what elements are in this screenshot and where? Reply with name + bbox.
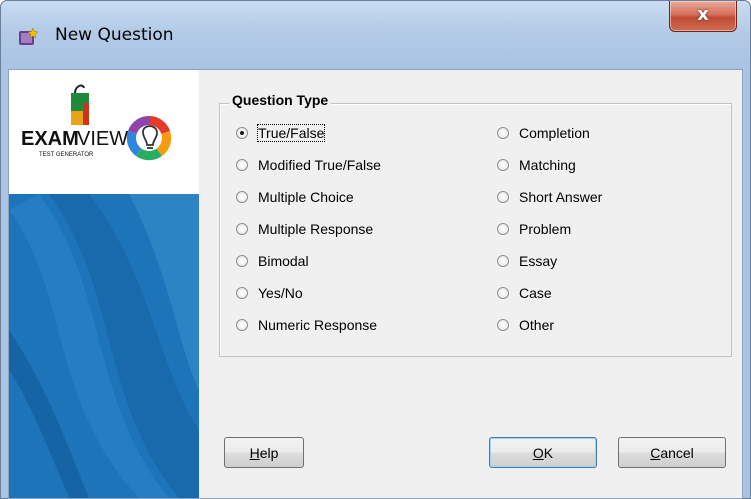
ok-mnemonic: O: [532, 444, 544, 461]
radio-icon: [497, 159, 509, 171]
window-title: New Question: [55, 25, 174, 45]
cancel-mnemonic: C: [650, 444, 661, 461]
question-type-legend: Question Type: [229, 92, 332, 108]
radio-problem[interactable]: Problem: [497, 219, 571, 239]
radio-yes-no[interactable]: Yes/No: [236, 283, 303, 303]
radio-label: Essay: [519, 253, 558, 269]
radio-icon: [497, 191, 509, 203]
radio-icon: [497, 287, 509, 299]
radio-essay[interactable]: Essay: [497, 251, 557, 271]
examview-logo: EXAM VIEW TEST GENERATOR: [21, 84, 172, 161]
radio-label: Multiple Response: [258, 221, 374, 237]
close-button[interactable]: x: [669, 1, 737, 32]
radio-true-false[interactable]: True/False: [236, 123, 326, 143]
radio-icon: [236, 191, 248, 203]
radio-icon: [236, 127, 248, 139]
radio-icon: [236, 287, 248, 299]
app-icon: [19, 28, 39, 45]
radio-other[interactable]: Other: [497, 315, 554, 335]
radio-modified-true-false[interactable]: Modified True/False: [236, 155, 381, 175]
cancel-label-rest: ancel: [660, 444, 694, 461]
radio-icon: [497, 319, 509, 331]
radio-icon: [236, 255, 248, 267]
radio-icon: [236, 159, 248, 171]
cancel-button[interactable]: Cancel: [618, 437, 726, 468]
help-mnemonic: H: [249, 444, 260, 461]
dialog-client-area: EXAM VIEW TEST GENERATOR Question Type T…: [8, 69, 743, 499]
radio-label: Numeric Response: [258, 317, 378, 333]
radio-label: Modified True/False: [258, 157, 381, 173]
radio-label: Short Answer: [519, 189, 603, 205]
svg-text:VIEW: VIEW: [77, 128, 128, 150]
new-question-dialog: New Question x EXAM VIEW TEST GENERATOR …: [0, 0, 751, 499]
radio-label: Multiple Choice: [258, 189, 354, 205]
ok-label-rest: K: [543, 444, 554, 461]
radio-icon: [497, 255, 509, 267]
radio-icon: [236, 223, 248, 235]
main-panel: Question Type True/False Modified True/F…: [199, 70, 742, 498]
radio-label: Other: [519, 317, 555, 333]
radio-multiple-response[interactable]: Multiple Response: [236, 219, 373, 239]
radio-label: Bimodal: [258, 253, 309, 269]
svg-text:EXAM: EXAM: [21, 128, 79, 150]
radio-label: Matching: [519, 157, 576, 173]
radio-completion[interactable]: Completion: [497, 123, 590, 143]
radio-label: Yes/No: [258, 285, 303, 301]
radio-label: True/False: [256, 124, 326, 142]
radio-icon: [497, 127, 509, 139]
radio-icon: [236, 319, 248, 331]
radio-numeric-response[interactable]: Numeric Response: [236, 315, 377, 335]
svg-text:TEST GENERATOR: TEST GENERATOR: [39, 152, 94, 158]
radio-short-answer[interactable]: Short Answer: [497, 187, 602, 207]
logo-area: EXAM VIEW TEST GENERATOR: [9, 70, 199, 194]
radio-multiple-choice[interactable]: Multiple Choice: [236, 187, 354, 207]
radio-label: Problem: [519, 221, 572, 237]
close-icon: x: [697, 4, 709, 25]
radio-label: Case: [519, 285, 552, 301]
title-bar[interactable]: New Question x: [1, 1, 750, 69]
radio-bimodal[interactable]: Bimodal: [236, 251, 309, 271]
radio-case[interactable]: Case: [497, 283, 552, 303]
help-label-rest: elp: [259, 444, 279, 461]
ok-button[interactable]: OK: [489, 437, 597, 468]
radio-icon: [497, 223, 509, 235]
radio-label: Completion: [519, 125, 590, 141]
radio-matching[interactable]: Matching: [497, 155, 576, 175]
help-button[interactable]: Help: [224, 437, 304, 468]
branding-panel: EXAM VIEW TEST GENERATOR: [9, 70, 199, 498]
